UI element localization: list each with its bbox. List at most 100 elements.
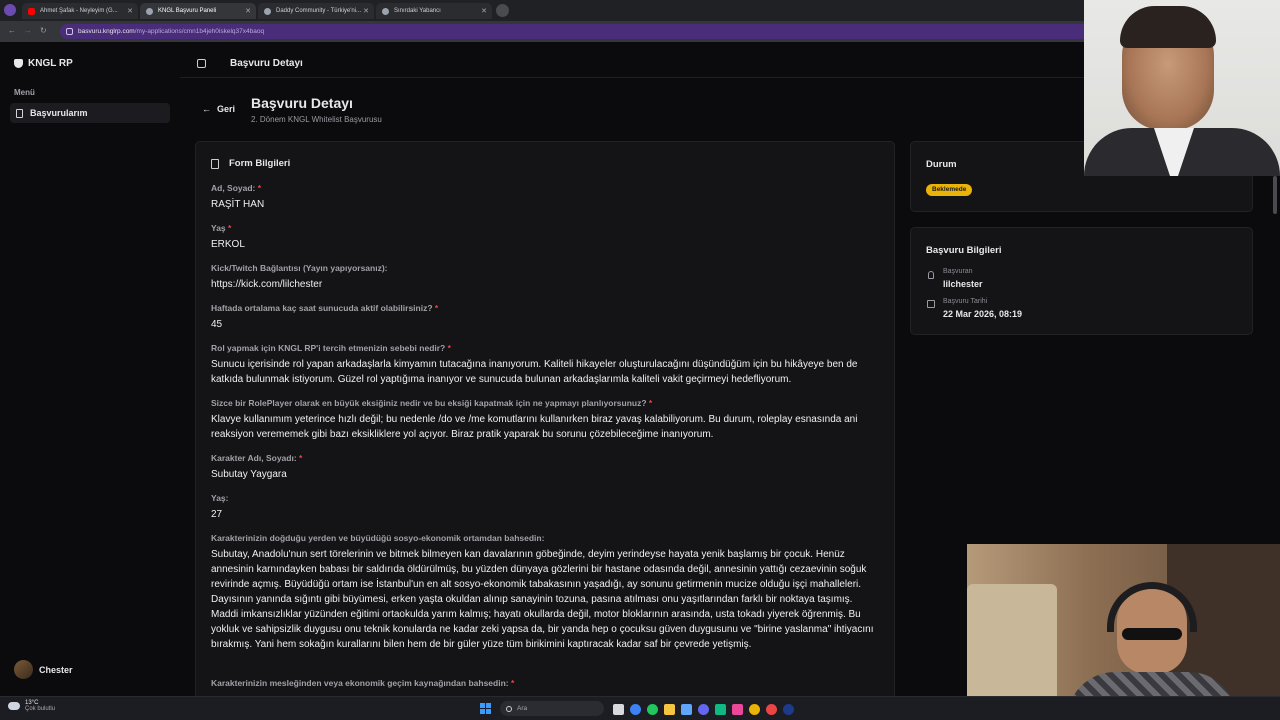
question-text: Karakterinizin doğduğu yerden ve büyüdüğ… [211, 533, 545, 543]
sunglasses [1122, 628, 1182, 640]
browser-tab-active[interactable]: KNGL Başvuru Paneli ✕ [140, 3, 256, 19]
back-button[interactable]: ← Geri [202, 104, 235, 114]
scrollbar-thumb[interactable] [1273, 176, 1277, 214]
sidebar-toggle-icon[interactable] [197, 59, 206, 68]
question-text: Haftada ortalama kaç saat sunucuda aktif… [211, 303, 433, 313]
field-character-name: Karakter Adı, Soyadı: * Subutay Yaygara [211, 453, 881, 482]
field-name: Ad, Soyad: * RAŞİT HAN [211, 183, 881, 212]
field-age: Yaş * ERKOL [211, 223, 881, 252]
status-badge: Beklemede [926, 184, 973, 196]
application-info-card: Başvuru Bilgileri Başvuran lilchester Ba… [910, 227, 1253, 335]
forward-arrow-icon[interactable]: → [24, 26, 32, 35]
field-background: Karakterinizin doğduğu yerden ve büyüdüğ… [211, 533, 881, 652]
applicant-value: lilchester [943, 279, 983, 289]
weather-widget[interactable]: 13°C Çok bulutlu [8, 700, 55, 712]
sidebar-item-label: Başvurularım [30, 108, 88, 118]
form-card: Form Bilgileri Ad, Soyad: * RAŞİT HAN Ya… [195, 141, 895, 701]
start-button[interactable] [480, 703, 491, 714]
user-menu[interactable]: Chester [14, 660, 73, 679]
close-icon[interactable]: ✕ [363, 7, 369, 15]
form-card-header: Form Bilgileri [211, 158, 290, 169]
field-answer: 45 [211, 319, 223, 330]
search-placeholder: Ara [517, 705, 528, 712]
media-icon[interactable] [766, 704, 777, 715]
required-mark: * [510, 678, 515, 688]
globe-icon [264, 7, 271, 15]
question-text: Karakterinizin mesleğinden veya ekonomik… [211, 678, 509, 688]
reload-icon[interactable]: ↻ [40, 26, 47, 35]
close-icon[interactable]: ✕ [127, 7, 133, 15]
field-character-age: Yaş: 27 [211, 493, 881, 522]
task-view-icon[interactable] [613, 704, 624, 715]
store-icon[interactable] [681, 704, 692, 715]
page-title: Başvuru Detayı [251, 95, 353, 111]
field-question: Haftada ortalama kaç saat sunucuda aktif… [211, 303, 881, 313]
steam-icon[interactable] [783, 704, 794, 715]
discord-icon[interactable] [698, 704, 709, 715]
browser-tab[interactable]: Daddy Community - Türkiye'ni... ✕ [258, 3, 374, 19]
globe-icon [382, 7, 389, 15]
terminal-icon[interactable] [715, 704, 726, 715]
app-sidebar: KNGL RP Menü Başvurularım Chester [0, 42, 180, 696]
status-title: Durum [926, 159, 957, 170]
question-text: Sizce bir RolePlayer olarak en büyük eks… [211, 398, 647, 408]
question-text: Yaş [211, 223, 226, 233]
search-icon [506, 705, 512, 712]
site-info-icon[interactable] [66, 28, 73, 35]
tab-menu-icon[interactable] [4, 4, 16, 16]
chrome-icon[interactable] [749, 704, 760, 715]
browser-tab[interactable]: Ahmet Şafak - Neyleyim (G... ✕ [22, 3, 138, 19]
new-tab-button[interactable] [496, 4, 509, 17]
question-text: Kick/Twitch Bağlantısı (Yayın yapıyorsan… [211, 263, 388, 273]
arrow-left-icon: ← [202, 104, 211, 114]
field-occupation: Karakterinizin mesleğinden veya ekonomik… [211, 678, 881, 688]
calendar-icon [927, 300, 935, 308]
browser-tab[interactable]: Sınırdaki Yabancı ✕ [376, 3, 492, 19]
tab-title: Daddy Community - Türkiye'ni... [276, 8, 362, 14]
brand[interactable]: KNGL RP [14, 58, 73, 69]
close-icon[interactable]: ✕ [245, 7, 251, 15]
required-mark: * [228, 223, 232, 233]
folder-icon[interactable] [664, 704, 675, 715]
field-reason: Rol yapmak için KNGL RP'i tercih etmeniz… [211, 343, 881, 387]
url-field[interactable]: basvuru.knglrp.com/my-applications/cmn1b… [60, 24, 1084, 39]
back-arrow-icon[interactable]: ← [8, 26, 16, 35]
field-stream-link: Kick/Twitch Bağlantısı (Yayın yapıyorsan… [211, 263, 881, 292]
person-hair [1120, 6, 1216, 48]
globe-icon [146, 7, 153, 15]
field-weakness: Sizce bir RolePlayer olarak en büyük eks… [211, 398, 881, 442]
user-icon [928, 271, 934, 279]
browser-icon[interactable] [630, 704, 641, 715]
brand-name: KNGL RP [28, 58, 73, 69]
webcam-overlay-top [1084, 0, 1280, 176]
field-question: Yaş: [211, 493, 881, 503]
field-weekly-hours: Haftada ortalama kaç saat sunucuda aktif… [211, 303, 881, 332]
url-path: /my-applications/cmn1b4jeh0iskelq37x4bao… [134, 28, 265, 35]
sidebar-item-applications[interactable]: Başvurularım [10, 103, 170, 123]
document-icon [211, 158, 219, 169]
field-answer: RAŞİT HAN [211, 199, 265, 210]
sidebar-section-label: Menü [14, 88, 35, 97]
avatar [14, 660, 33, 679]
shield-logo-icon [14, 59, 23, 68]
webcam-overlay-bottom [967, 544, 1280, 720]
field-question: Sizce bir RolePlayer olarak en büyük eks… [211, 398, 881, 408]
tab-title: KNGL Başvuru Paneli [158, 8, 217, 14]
app-icon[interactable] [732, 704, 743, 715]
required-mark: * [299, 453, 303, 463]
header-title: Başvuru Detayı [230, 58, 303, 69]
field-answer: Subutay, Anadolu'nun sert törelerinin ve… [211, 549, 874, 650]
form-title: Form Bilgileri [229, 158, 291, 169]
field-answer: ERKOL [211, 239, 245, 250]
required-mark: * [257, 183, 262, 193]
tab-title: Sınırdaki Yabancı [394, 8, 441, 14]
required-mark: * [447, 343, 451, 353]
youtube-icon [28, 7, 35, 15]
url-host: basvuru.knglrp.com [78, 28, 135, 35]
taskbar-search[interactable]: Ara [500, 701, 604, 716]
close-icon[interactable]: ✕ [481, 7, 487, 15]
date-value: 22 Mar 2026, 08:19 [943, 309, 1023, 319]
edge-icon[interactable] [647, 704, 658, 715]
page-subtitle: 2. Dönem KNGL Whitelist Başvurusu [251, 115, 382, 124]
info-title: Başvuru Bilgileri [926, 245, 1002, 256]
